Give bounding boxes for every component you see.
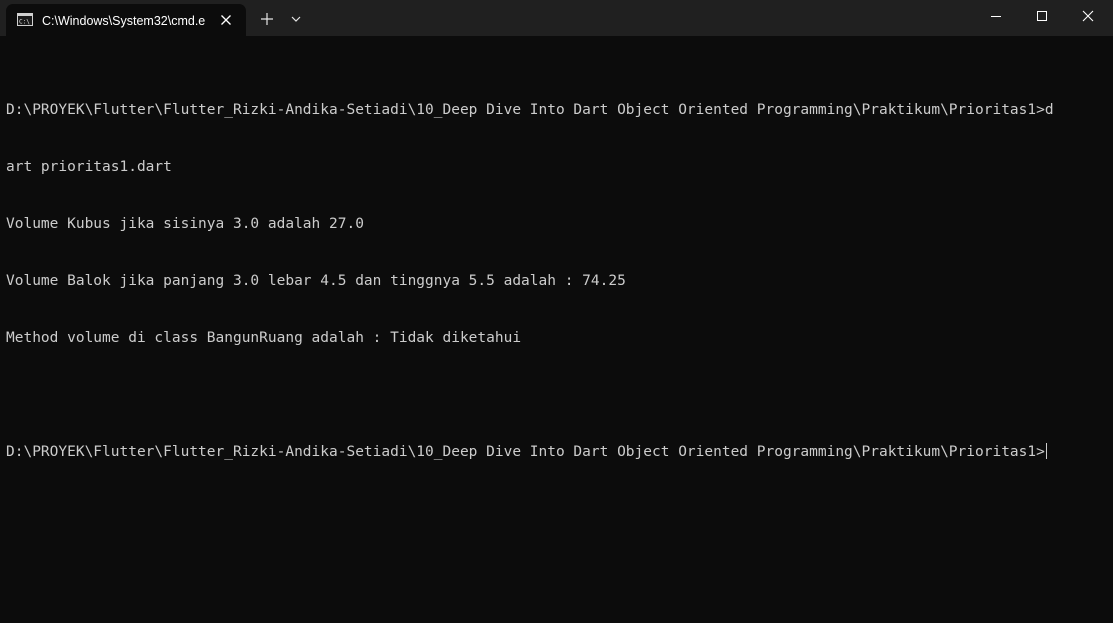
close-icon (1082, 10, 1094, 22)
tab-cmd[interactable]: C:\ C:\Windows\System32\cmd.e (6, 4, 246, 36)
maximize-icon (1037, 11, 1047, 21)
maximize-button[interactable] (1019, 0, 1065, 32)
prompt-text: D:\PROYEK\Flutter\Flutter_Rizki-Andika-S… (6, 444, 1045, 460)
title-bar[interactable]: C:\ C:\Windows\System32\cmd.e (0, 0, 1113, 36)
terminal-prompt-line[interactable]: D:\PROYEK\Flutter\Flutter_Rizki-Andika-S… (6, 443, 1106, 462)
minimize-button[interactable] (973, 0, 1019, 32)
cmd-icon: C:\ (17, 13, 33, 26)
terminal-line: Volume Balok jika panjang 3.0 lebar 4.5 … (6, 273, 626, 289)
terminal-line: Method volume di class BangunRuang adala… (6, 330, 522, 346)
close-tab-icon[interactable] (218, 12, 234, 28)
terminal-output[interactable]: D:\PROYEK\Flutter\Flutter_Rizki-Andika-S… (6, 63, 1106, 500)
minimize-icon (991, 16, 1001, 17)
terminal-line: D:\PROYEK\Flutter\Flutter_Rizki-Andika-S… (6, 102, 1054, 118)
tab-title: C:\Windows\System32\cmd.e (42, 14, 206, 28)
terminal-line: Volume Kubus jika sisinya 3.0 adalah 27.… (6, 216, 364, 232)
terminal-line: art prioritas1.dart (6, 159, 172, 175)
chevron-down-icon[interactable] (289, 12, 303, 26)
text-cursor (1045, 443, 1047, 459)
terminal-window: C:\ C:\Windows\System32\cmd.e D:\PROYEK\… (0, 0, 1113, 623)
close-window-button[interactable] (1065, 0, 1111, 32)
svg-text:C:\: C:\ (19, 19, 30, 26)
new-tab-plus-icon[interactable] (258, 10, 276, 28)
